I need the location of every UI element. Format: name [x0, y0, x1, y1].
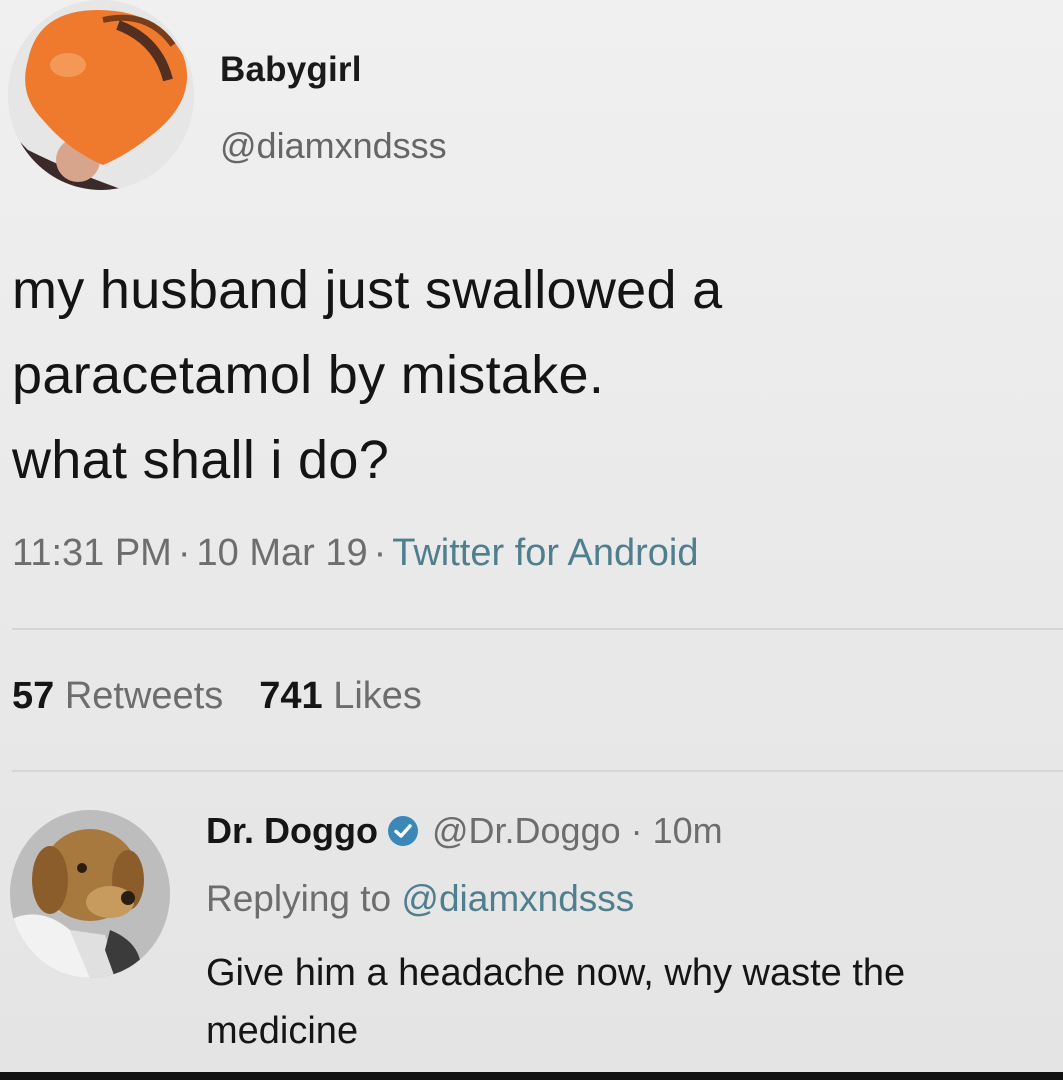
reply-author-name[interactable]: Dr. Doggo: [206, 810, 378, 852]
retweets-count: 57: [12, 675, 55, 717]
likes-count: 741: [259, 675, 323, 717]
retweets-label: Retweets: [64, 675, 224, 717]
reply-author-handle[interactable]: @Dr.Doggo: [432, 810, 621, 852]
likes-stat[interactable]: 741 Likes: [259, 675, 422, 717]
divider: [12, 628, 1063, 630]
meta-separator: ·: [373, 532, 387, 574]
retweets-stat[interactable]: 57 Retweets: [12, 675, 223, 717]
author-avatar[interactable]: [8, 0, 194, 190]
tweet-meta: 11:31 PM · 10 Mar 19 · Twitter for Android: [12, 532, 699, 575]
replying-to-prefix: Replying to: [206, 878, 392, 919]
orange-heart-avatar-icon: [8, 0, 194, 190]
meta-separator: ·: [177, 532, 191, 574]
tweet-screenshot: Babygirl @diamxndsss my husband just swa…: [0, 0, 1063, 1072]
likes-label: Likes: [333, 675, 422, 717]
tweet-date[interactable]: 10 Mar 19: [197, 532, 368, 574]
author-handle[interactable]: @diamxndsss: [220, 125, 447, 167]
reply-text: Give him a headache now, why waste the m…: [206, 944, 1056, 1060]
replying-to: Replying to @diamxndsss: [206, 878, 634, 920]
tweet-text-line: what shall i do?: [12, 430, 390, 490]
bottom-edge: [0, 1072, 1063, 1080]
reply-header: Dr. Doggo @Dr.Doggo · 10m: [206, 810, 723, 852]
tweet-stats: 57 Retweets 741 Likes: [12, 675, 422, 718]
reply-separator: ·: [630, 810, 643, 851]
replying-to-mention[interactable]: @diamxndsss: [401, 878, 634, 919]
reply-time[interactable]: 10m: [653, 810, 723, 852]
reply-author-avatar[interactable]: [10, 810, 170, 978]
dog-doctor-avatar-icon: [10, 810, 170, 978]
tweet-text-line: paracetamol by mistake.: [12, 345, 605, 405]
tweet-source-link[interactable]: Twitter for Android: [392, 532, 698, 574]
tweet-text-line: my husband just swallowed a: [12, 260, 723, 320]
author-name[interactable]: Babygirl: [220, 50, 362, 90]
tweet-time[interactable]: 11:31 PM: [12, 532, 172, 574]
divider: [12, 770, 1063, 772]
tweet-text: my husband just swallowed a paracetamol …: [12, 248, 1052, 503]
verified-badge-icon: [387, 816, 418, 846]
reply-text-line: Give him a headache now, why waste the: [206, 952, 906, 994]
reply-text-line: medicine: [206, 1010, 359, 1052]
